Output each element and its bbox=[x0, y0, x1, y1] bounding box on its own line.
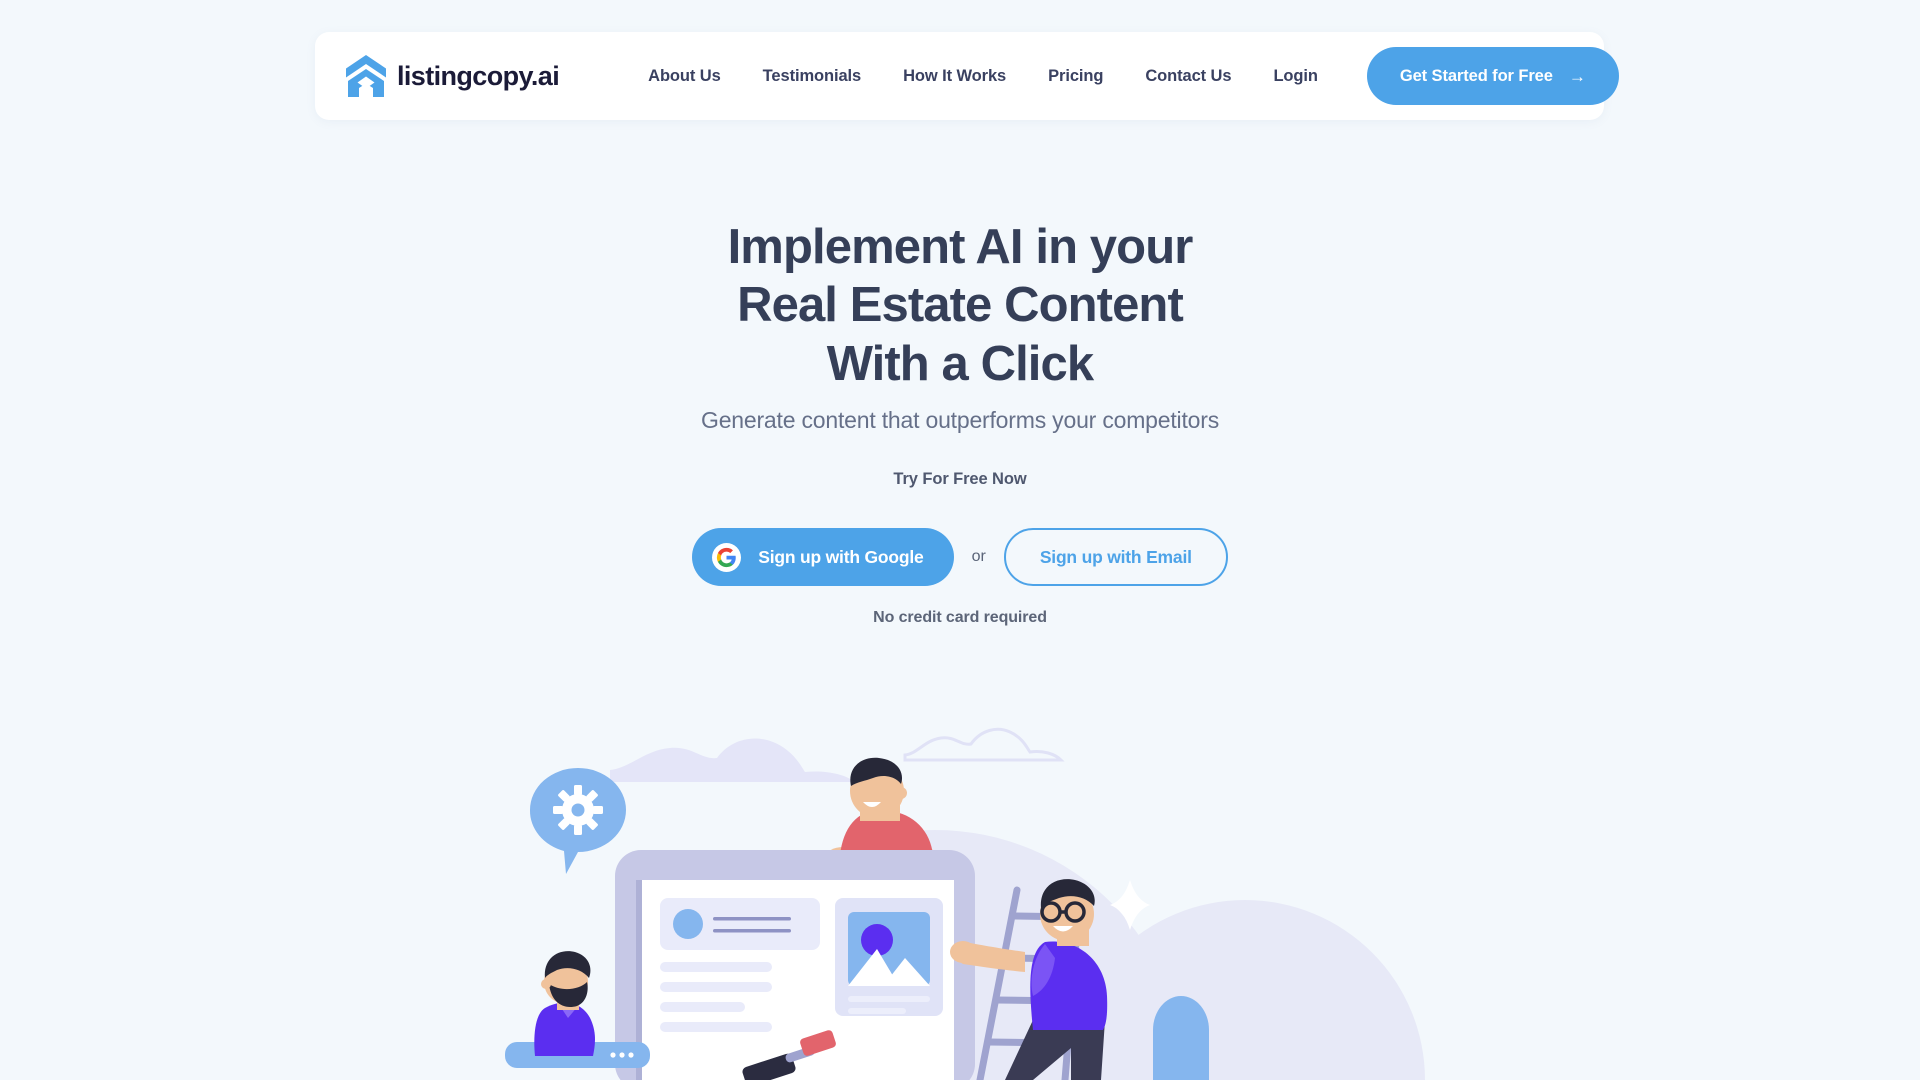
brand-name: listingcopy.ai bbox=[397, 60, 560, 91]
tablet-screen-mockup bbox=[615, 850, 975, 1080]
nav-item-login[interactable]: Login bbox=[1252, 59, 1338, 94]
gear-speech-bubble bbox=[529, 768, 626, 874]
arrow-right-icon: → bbox=[1568, 66, 1586, 86]
house-logo-icon bbox=[345, 54, 387, 98]
signup-button-row: Sign up with Google or Sign up with Emai… bbox=[0, 528, 1920, 586]
headline-line-3: With a Click bbox=[826, 336, 1094, 391]
nav-item-pricing[interactable]: Pricing bbox=[1027, 59, 1124, 94]
brand-logo-link[interactable]: listingcopy.ai bbox=[345, 54, 560, 98]
sign-up-with-google-label: Sign up with Google bbox=[758, 546, 924, 567]
google-g-icon bbox=[712, 542, 742, 572]
main-navigation: About Us Testimonials How It Works Prici… bbox=[627, 59, 1339, 94]
page-title: Implement AI in your Real Estate Content… bbox=[0, 218, 1920, 393]
sign-up-with-google-button[interactable]: Sign up with Google bbox=[692, 528, 954, 586]
no-credit-card-note: No credit card required bbox=[873, 609, 1047, 626]
hero-illustration bbox=[505, 690, 1435, 1080]
try-for-free-label: Try For Free Now bbox=[893, 470, 1027, 488]
hero-subheadline: Generate content that outperforms your c… bbox=[701, 407, 1219, 433]
or-separator: or bbox=[971, 548, 986, 565]
cloud-left bbox=[610, 738, 855, 782]
nav-item-about-us[interactable]: About Us bbox=[627, 59, 742, 94]
headline-line-2: Real Estate Content bbox=[737, 278, 1184, 333]
cloud-right bbox=[903, 727, 1065, 762]
nav-item-how-it-works[interactable]: How It Works bbox=[882, 59, 1027, 94]
nav-item-testimonials[interactable]: Testimonials bbox=[742, 59, 882, 94]
sign-up-with-email-label: Sign up with Email bbox=[1039, 546, 1192, 567]
nav-item-contact-us[interactable]: Contact Us bbox=[1124, 59, 1252, 94]
sign-up-with-email-button[interactable]: Sign up with Email bbox=[1003, 528, 1228, 586]
get-started-button[interactable]: Get Started for Free → bbox=[1366, 47, 1619, 105]
get-started-label: Get Started for Free bbox=[1399, 66, 1553, 85]
headline-line-1: Implement AI in your bbox=[727, 220, 1194, 274]
site-header: listingcopy.ai About Us Testimonials How… bbox=[315, 32, 1619, 120]
